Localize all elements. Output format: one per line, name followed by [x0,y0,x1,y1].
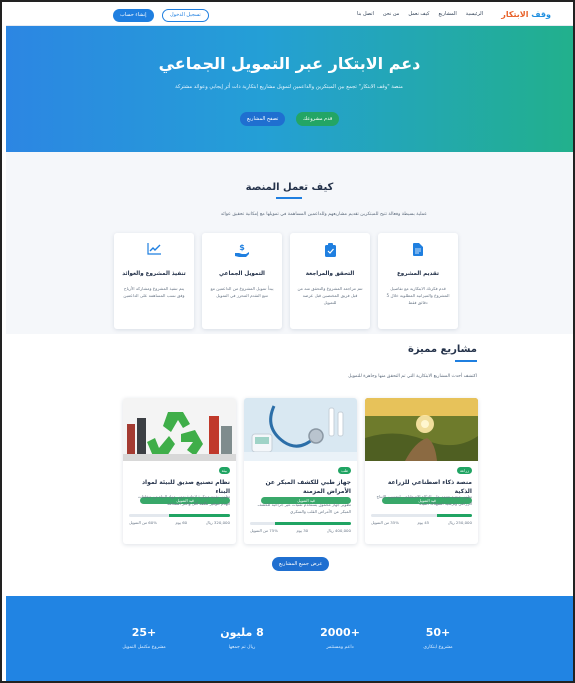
step-title: التمويل الجماعي [219,271,265,277]
stat-label: ريال تم جمعها [228,645,256,650]
step-card-submit: تقديم المشروع قدم فكرتك الابتكارية مع تف… [378,233,458,329]
clipboard-check-icon [290,243,370,257]
stat-number: +50 [425,626,451,639]
hand-coin-icon: $ [202,243,282,257]
goal-amount: 320,000 ريال [205,520,230,525]
step-card-execution: تنفيذ المشروع والعوائد يتم تنفيذ المشروع… [114,233,194,329]
project-badges: قيد التمويل طب [261,467,351,504]
signup-button[interactable]: إنشاء حساب [113,9,154,22]
hero-subtitle: منصة "وقف الابتكار" تجمع بين المبتكرين و… [175,84,403,90]
step-desc: تتم مراجعة المشروع والتحقق منه من قبل فر… [297,286,363,305]
category-badge: بيئة [218,467,230,474]
how-it-works-section: كيف تعمل المنصة عملية بسيطة وفعالة تتيح … [6,152,573,334]
step-desc: يبدأ تمويل المشروع من الداعمين مع تتبع ا… [210,286,274,298]
funding-progress-bar [250,522,351,525]
project-meta: 320,000 ريال 60 يوم 60% من التمويل [129,520,230,525]
step-card-funding: $ التمويل الجماعي يبدأ تمويل المشروع من … [202,233,282,329]
menu-item-projects[interactable]: المشاريع [439,11,457,17]
project-card[interactable]: قيد التمويل زراعة منصة ذكاء اصطناعي للزر… [365,398,478,544]
project-desc: تطوير منصة تعتمد على الذكاء الاصطناعي لت… [376,494,472,506]
project-card[interactable]: قيد التمويل بيئة نظام تصنيع صديق للبيئة … [123,398,236,544]
hero-title: دعم الابتكار عبر التمويل الجماعي [158,54,421,73]
project-image-agriculture [365,398,478,461]
title-underline [276,197,302,199]
project-badges: قيد التمويل بيئة [140,467,230,504]
funded-percent: 75% من التمويل [250,528,278,533]
svg-text:$: $ [239,243,245,252]
project-desc: تطوير جهاز محمول يستخدم تقنيات غير جراحي… [257,502,351,514]
stat-label: مشروع ابتكاري [423,645,453,650]
funding-progress-bar [371,514,472,517]
featured-description: اكتشف أحدث المشاريع الابتكارية التي تم ا… [348,374,477,379]
title-underline [455,360,477,362]
how-title: كيف تعمل المنصة [245,182,334,193]
days-left: 30 يوم [296,528,309,533]
main-menu: الرئيسية المشاريع كيف نعمل من نحن اتصل ب… [357,11,483,17]
project-title[interactable]: جهاز طبي للكشف المبكر عن الأمراض المزمنة [250,478,351,496]
stat-label: داعم ومستثمر [326,645,354,650]
goal-amount: 250,000 ريال [447,520,472,525]
browse-projects-button[interactable]: تصفح المشاريع [240,112,286,126]
step-title: التحقق والمراجعة [305,271,355,277]
days-left: 45 يوم [417,520,430,525]
project-image-recycling [123,398,236,461]
project-image-medical [244,398,357,461]
stat-projects: +50 مشروع ابتكاري [393,626,483,650]
step-desc: يتم تنفيذ المشروع ومشاركة الأرباح وفق نس… [123,286,185,298]
funded-percent: 60% من التمويل [129,520,157,525]
stat-number: 8 مليون [220,626,264,639]
step-card-review: التحقق والمراجعة تتم مراجعة المشروع والت… [290,233,370,329]
stat-label: مشروع مكتمل التمويل [122,645,166,650]
featured-title: مشاريع مميزة [407,344,477,355]
goal-amount: 400,000 ريال [326,528,351,533]
how-description: عملية بسيطة وفعالة تتيح للمبتكرين تقديم … [220,212,427,217]
funding-progress-bar [129,514,230,517]
logo-accent: الابتكار [501,10,529,19]
page: وقف الابتكار الرئيسية المشاريع كيف نعمل … [6,6,573,681]
logo[interactable]: وقف الابتكار [501,10,551,19]
project-card[interactable]: قيد التمويل طب جهاز طبي للكشف المبكر عن … [244,398,357,544]
menu-item-how[interactable]: كيف نعمل [408,11,429,17]
project-desc: تطوير تقنية مبتكرة لإعادة تدوير مواد الب… [137,494,230,506]
login-button[interactable]: تسجيل الدخول [162,9,209,22]
stats-section: +50 مشروع ابتكاري +2000 داعم ومستثمر 8 م… [6,596,573,681]
category-badge: زراعة [456,467,472,474]
stat-number: +2000 [320,626,360,639]
logo-main: وقف [531,10,551,19]
menu-item-about[interactable]: من نحن [383,11,400,17]
browser-frame: وقف الابتكار الرئيسية المشاريع كيف نعمل … [0,0,575,683]
hero-section: دعم الابتكار عبر التمويل الجماعي منصة "و… [6,26,573,152]
step-title: تنفيذ المشروع والعوائد [122,271,186,277]
project-badges: قيد التمويل زراعة [382,467,472,504]
stat-completed: +25 مشروع مكتمل التمويل [99,626,189,650]
featured-projects-section: مشاريع مميزة اكتشف أحدث المشاريع الابتكا… [6,334,573,596]
category-badge: طب [338,467,351,474]
stat-supporters: +2000 داعم ومستثمر [295,626,385,650]
stat-raised: 8 مليون ريال تم جمعها [197,626,287,650]
funded-percent: 35% من التمويل [371,520,399,525]
menu-item-contact[interactable]: اتصل بنا [357,11,374,17]
step-title: تقديم المشروع [396,271,440,277]
propose-project-button[interactable]: قدم مشروعك [296,112,340,126]
project-meta: 250,000 ريال 45 يوم 35% من التمويل [371,520,472,525]
project-meta: 400,000 ريال 30 يوم 75% من التمويل [250,528,351,533]
document-icon [378,243,458,257]
view-all-projects-button[interactable]: عرض جميع المشاريع [272,557,330,571]
top-nav: وقف الابتكار الرئيسية المشاريع كيف نعمل … [6,6,573,26]
step-desc: قدم فكرتك الابتكارية مع تفاصيل المشروع و… [386,286,450,305]
days-left: 60 يوم [175,520,188,525]
menu-item-home[interactable]: الرئيسية [466,11,483,17]
chart-line-icon [114,243,194,257]
stat-number: +25 [131,626,157,639]
